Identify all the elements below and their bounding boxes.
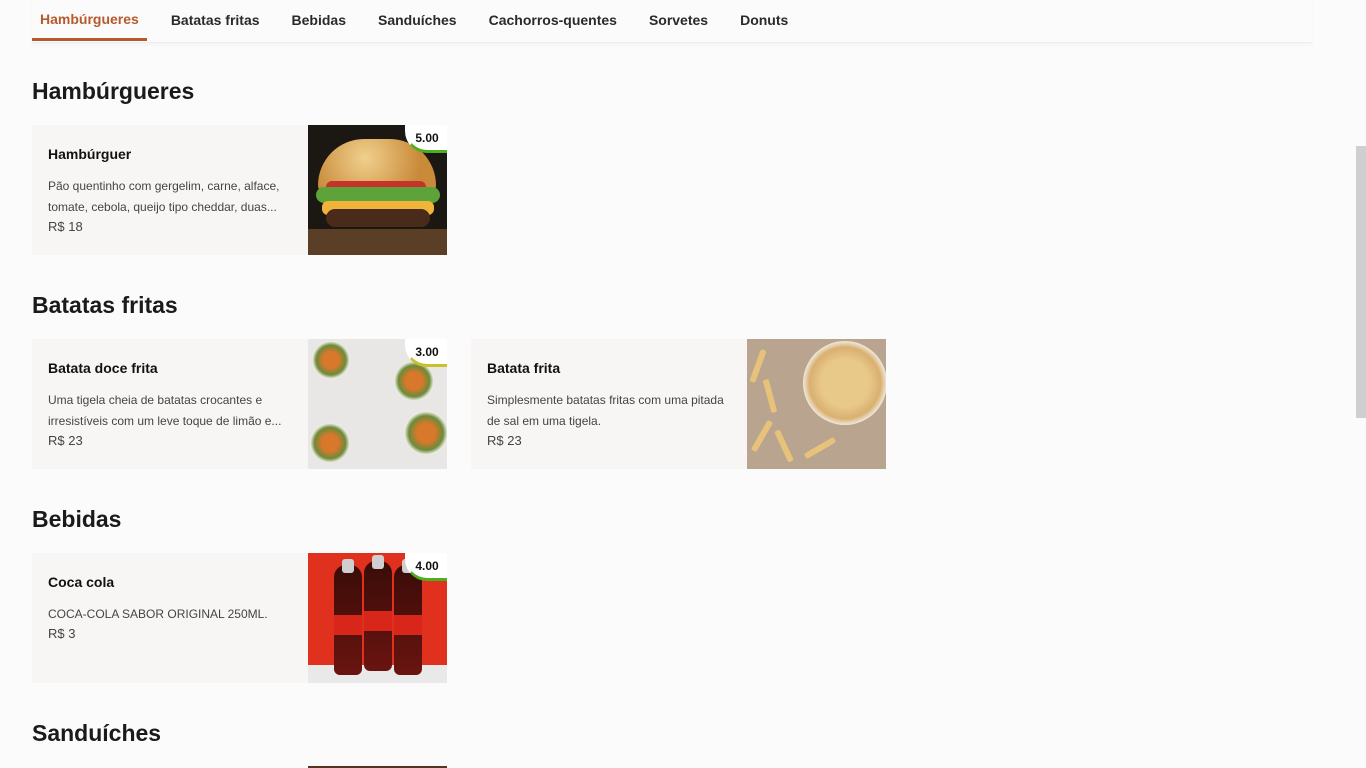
tab-donuts[interactable]: Donuts	[724, 0, 804, 40]
product-price: R$ 18	[48, 219, 83, 234]
tab-sorvetes[interactable]: Sorvetes	[633, 0, 724, 40]
tab-batatas-fritas[interactable]: Batatas fritas	[155, 0, 276, 40]
section-title-bebidas: Bebidas	[32, 506, 122, 532]
fries-plate-photo	[747, 339, 886, 469]
tab-sanduiches[interactable]: Sanduíches	[362, 0, 473, 40]
product-card-batata-frita[interactable]: Batata frita Simplesmente batatas fritas…	[471, 339, 886, 469]
product-description: COCA-COLA SABOR ORIGINAL 250ML.	[48, 607, 268, 621]
scrollbar-thumb[interactable]	[1356, 146, 1366, 418]
card-info: Batata frita Simplesmente batatas fritas…	[471, 339, 747, 469]
product-price: R$ 3	[48, 626, 76, 641]
product-name: Hambúrguer	[48, 146, 132, 162]
product-card-batata-doce-frita[interactable]: Batata doce frita Uma tigela cheia de ba…	[32, 339, 447, 469]
product-description: Pão quentinho com gergelim, carne, alfac…	[48, 179, 280, 214]
category-tabs: Hambúrgueres Batatas fritas Bebidas Sand…	[32, 0, 1312, 43]
product-price: R$ 23	[48, 433, 83, 448]
product-card-coca-cola[interactable]: Coca cola COCA-COLA SABOR ORIGINAL 250ML…	[32, 553, 447, 683]
tab-hamburgueres[interactable]: Hambúrgueres	[32, 0, 147, 41]
product-card-hamburguer[interactable]: Hambúrguer Pão quentinho com gergelim, c…	[32, 125, 447, 255]
product-name: Batata doce frita	[48, 360, 158, 376]
fries-bowls-photo: 3.00	[308, 339, 447, 469]
tab-cachorros-quentes[interactable]: Cachorros-quentes	[473, 0, 633, 40]
product-description: Simplesmente batatas fritas com uma pita…	[487, 393, 724, 428]
product-name: Batata frita	[487, 360, 561, 376]
section-title-batatas-fritas: Batatas fritas	[32, 292, 178, 318]
burger-photo: 5.00	[308, 125, 447, 255]
product-name: Coca cola	[48, 574, 115, 590]
card-info: Batata doce frita Uma tigela cheia de ba…	[32, 339, 308, 469]
section-title-sanduiches: Sanduíches	[32, 720, 162, 746]
product-price: R$ 23	[487, 433, 522, 448]
section-title-hamburgueres: Hambúrgueres	[32, 78, 195, 104]
card-info: Hambúrguer Pão quentinho com gergelim, c…	[32, 125, 308, 255]
card-info: Coca cola COCA-COLA SABOR ORIGINAL 250ML…	[32, 553, 308, 683]
product-description: Uma tigela cheia de batatas crocantes e …	[48, 393, 282, 428]
tab-bebidas[interactable]: Bebidas	[276, 0, 362, 40]
coke-bottles-photo: 4.00	[308, 553, 447, 683]
